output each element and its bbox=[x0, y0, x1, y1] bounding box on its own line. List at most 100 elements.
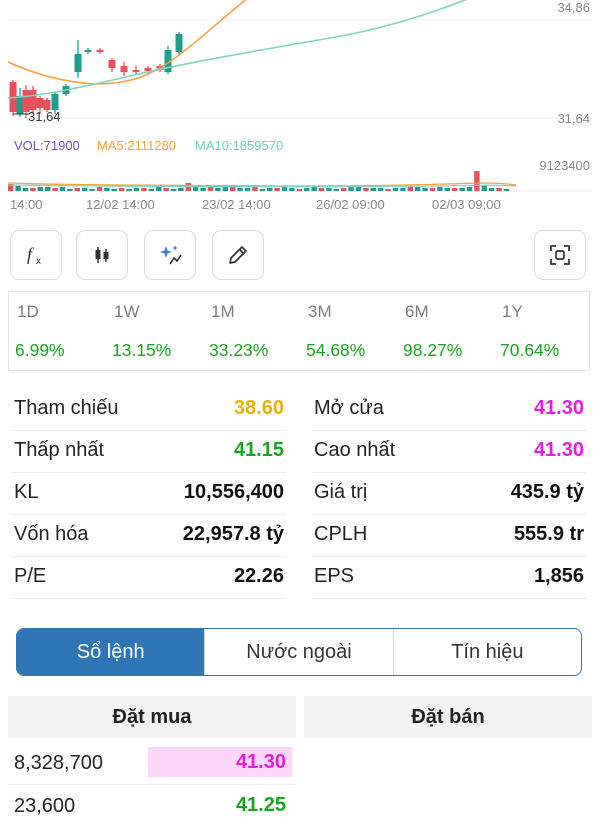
min-price-marker: 31,64 bbox=[28, 109, 61, 124]
stat-label: Tham chiếu bbox=[14, 397, 119, 419]
stat-shares-outstanding: CPLH 555.9 tr bbox=[312, 515, 586, 557]
order-row[interactable]: 23,600 41.25 bbox=[8, 784, 296, 825]
screenshot-frame-icon bbox=[550, 245, 570, 265]
svg-text:f: f bbox=[27, 244, 35, 264]
volume-bar bbox=[163, 188, 169, 191]
performance-panel: 1D 6.99% 1W 13.15% 1M 33.23% 3M 54.68% 6… bbox=[8, 291, 590, 371]
volume-bar bbox=[392, 188, 399, 191]
stat-label: EPS bbox=[314, 565, 355, 587]
volume-bar bbox=[318, 188, 325, 191]
volume-bar bbox=[252, 187, 258, 191]
fx-icon: f x bbox=[27, 244, 41, 267]
stat-value: 22.26 bbox=[233, 565, 284, 587]
volume-bar bbox=[15, 186, 21, 191]
performance-1w[interactable]: 1W 13.15% bbox=[106, 292, 202, 370]
stat-pe: P/E 22.26 bbox=[12, 557, 286, 599]
performance-1m[interactable]: 1M 33.23% bbox=[203, 292, 299, 370]
stat-value-traded: Giá trị 435.9 tỷ bbox=[312, 473, 586, 515]
tab-foreign[interactable]: Nước ngoài bbox=[204, 629, 392, 675]
candle-body bbox=[74, 54, 82, 72]
stat-label: KL bbox=[14, 481, 39, 503]
volume-bar bbox=[481, 185, 487, 191]
fullscreen-capture-button[interactable] bbox=[534, 230, 586, 280]
period-change: 70.64% bbox=[500, 340, 560, 360]
volume-bar bbox=[474, 171, 480, 191]
performance-1y[interactable]: 1Y 70.64% bbox=[494, 292, 590, 370]
price-chart[interactable]: 34,86 31,64 31,64 VOL:71900 MA5:2111280 … bbox=[0, 0, 600, 222]
stat-label: Mở cửa bbox=[314, 397, 384, 419]
volume-bar bbox=[133, 188, 140, 191]
volume-bar bbox=[237, 188, 243, 191]
volume-bar bbox=[370, 188, 376, 191]
x-axis-label-1: 12/02 14:00 bbox=[86, 197, 155, 212]
period-label: 1Y bbox=[502, 302, 523, 321]
candle-body bbox=[16, 96, 24, 114]
x-axis-label-0: 14:00 bbox=[10, 197, 43, 212]
pencil-icon bbox=[229, 246, 247, 264]
stat-volume: KL 10,556,400 bbox=[12, 473, 286, 515]
performance-3m[interactable]: 3M 54.68% bbox=[300, 292, 396, 370]
candle-body bbox=[36, 98, 44, 108]
indicator-fx-button[interactable]: f x bbox=[10, 230, 62, 280]
candle-body bbox=[29, 90, 37, 110]
stat-low-price: Thấp nhất 41.15 bbox=[12, 431, 286, 473]
candlestick-icon bbox=[95, 247, 109, 263]
stat-eps: EPS 1,856 bbox=[312, 557, 586, 599]
volume-bar bbox=[437, 187, 443, 191]
performance-6m[interactable]: 6M 98.27% bbox=[397, 292, 493, 370]
volume-bar bbox=[489, 188, 495, 191]
volume-bar bbox=[244, 188, 251, 191]
volume-bar bbox=[385, 189, 391, 191]
price-axis-bottom-label: 31,64 bbox=[557, 111, 590, 126]
magic-analysis-button[interactable] bbox=[144, 230, 196, 280]
volume-bar bbox=[96, 187, 103, 191]
chart-toolbar: f x bbox=[0, 230, 600, 282]
period-label: 1D bbox=[17, 302, 39, 321]
volume-bar bbox=[89, 189, 95, 191]
sparkle-magic-icon bbox=[160, 245, 182, 265]
draw-tool-button[interactable] bbox=[212, 230, 264, 280]
volume-bar bbox=[311, 187, 317, 191]
volume-bar bbox=[415, 187, 421, 191]
period-change: 98.27% bbox=[403, 340, 463, 360]
x-axis-label-4: 02/03 09:00 bbox=[432, 197, 501, 212]
volume-bar bbox=[341, 188, 347, 191]
stat-label: Thấp nhất bbox=[14, 439, 105, 461]
volume-bar bbox=[355, 187, 362, 191]
candle-body bbox=[96, 50, 104, 52]
volume-bar bbox=[52, 188, 58, 191]
period-change: 54.68% bbox=[306, 340, 366, 360]
x-axis-label-3: 26/02 09:00 bbox=[316, 197, 385, 212]
detail-tabs: Sổ lệnh Nước ngoài Tín hiệu bbox=[16, 628, 582, 676]
stat-value: 41.30 bbox=[533, 439, 584, 461]
volume-bar bbox=[148, 189, 154, 191]
tab-signals[interactable]: Tín hiệu bbox=[392, 629, 581, 675]
ma5-indicator-label: MA5:2111280 bbox=[97, 138, 176, 153]
volume-bar bbox=[200, 188, 206, 191]
volume-bar bbox=[503, 189, 510, 191]
order-row[interactable]: 8,328,700 41.30 bbox=[8, 742, 296, 782]
volume-bar bbox=[156, 187, 162, 191]
performance-1d[interactable]: 1D 6.99% bbox=[9, 292, 105, 370]
ma10-line bbox=[7, 0, 468, 99]
stat-label: CPLH bbox=[314, 523, 368, 545]
volume-bar bbox=[59, 187, 66, 191]
ma5-line bbox=[7, 0, 247, 85]
volume-bar bbox=[429, 188, 436, 191]
period-label: 3M bbox=[308, 302, 332, 321]
volume-bar bbox=[444, 188, 450, 191]
volume-bar bbox=[459, 188, 465, 191]
stat-value: 38.60 bbox=[233, 397, 284, 419]
volume-bar bbox=[30, 188, 36, 191]
volume-axis-label: 9123400 bbox=[539, 158, 590, 173]
volume-bar bbox=[45, 187, 51, 191]
stat-value: 41.30 bbox=[533, 397, 584, 419]
tab-order-book[interactable]: Sổ lệnh bbox=[17, 629, 205, 675]
volume-bar bbox=[304, 188, 310, 191]
stat-value: 10,556,400 bbox=[183, 481, 284, 503]
volume-bar bbox=[170, 189, 177, 191]
stat-label: Vốn hóa bbox=[14, 523, 89, 545]
chart-type-button[interactable] bbox=[76, 230, 128, 280]
order-volume: 23,600 bbox=[14, 795, 76, 817]
stat-value: 555.9 tr bbox=[513, 523, 584, 545]
